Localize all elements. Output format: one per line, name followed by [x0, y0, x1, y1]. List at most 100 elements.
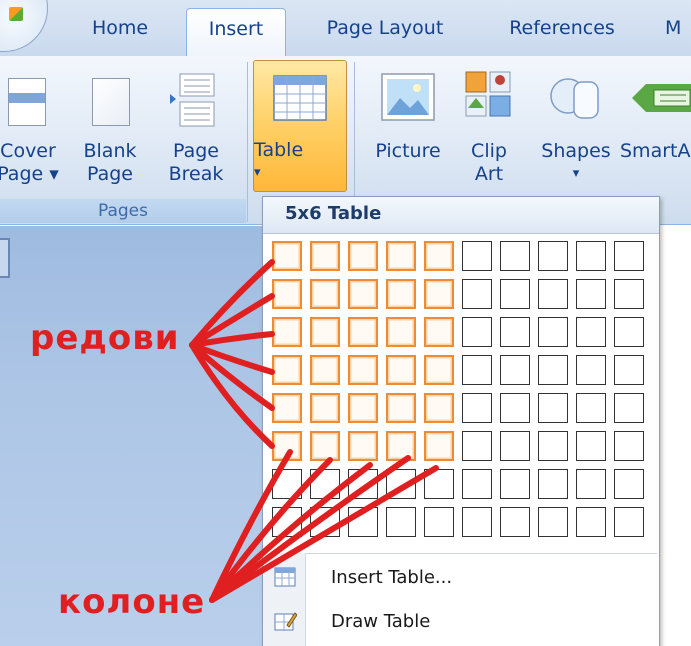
- table-grid-cell-selected[interactable]: [272, 393, 302, 423]
- table-grid-cell[interactable]: [462, 431, 492, 461]
- table-grid-cell-selected[interactable]: [386, 317, 416, 347]
- table-grid-cell[interactable]: [614, 241, 644, 271]
- table-grid-cell-selected[interactable]: [348, 241, 378, 271]
- table-grid-cell[interactable]: [500, 507, 530, 537]
- table-grid-cell-selected[interactable]: [272, 241, 302, 271]
- table-grid-cell-selected[interactable]: [386, 393, 416, 423]
- blank-page-button[interactable]: Blank Page: [74, 62, 146, 192]
- table-grid-cell-selected[interactable]: [348, 355, 378, 385]
- draw-table-menu-item[interactable]: Draw Table: [263, 603, 659, 643]
- table-grid-cell[interactable]: [538, 393, 568, 423]
- shapes-button[interactable]: Shapes ▾: [532, 62, 620, 192]
- table-grid-cell[interactable]: [348, 507, 378, 537]
- table-grid-cell-selected[interactable]: [386, 241, 416, 271]
- table-grid-cell[interactable]: [462, 469, 492, 499]
- table-grid-cell-selected[interactable]: [424, 241, 454, 271]
- table-grid[interactable]: [272, 241, 652, 545]
- table-grid-cell[interactable]: [614, 317, 644, 347]
- table-grid-cell[interactable]: [576, 393, 606, 423]
- table-grid-cell[interactable]: [538, 469, 568, 499]
- insert-table-menu-item[interactable]: Insert Table...: [263, 559, 659, 599]
- tab-mailings[interactable]: M: [665, 8, 691, 48]
- office-button[interactable]: [0, 0, 48, 52]
- table-grid-cell-selected[interactable]: [424, 279, 454, 309]
- table-grid-cell-selected[interactable]: [310, 241, 340, 271]
- smartart-label: SmartA: [620, 140, 691, 162]
- table-grid-cell[interactable]: [462, 393, 492, 423]
- table-grid-cell-selected[interactable]: [386, 279, 416, 309]
- table-grid-cell[interactable]: [272, 469, 302, 499]
- table-grid-cell[interactable]: [462, 507, 492, 537]
- table-grid-cell[interactable]: [500, 431, 530, 461]
- tab-insert[interactable]: Insert: [186, 8, 286, 58]
- table-grid-cell[interactable]: [614, 431, 644, 461]
- table-grid-cell-selected[interactable]: [272, 279, 302, 309]
- table-grid-cell-selected[interactable]: [348, 317, 378, 347]
- clip-art-button[interactable]: Clip Art: [456, 62, 522, 192]
- table-grid-cell[interactable]: [462, 355, 492, 385]
- table-grid-cell[interactable]: [538, 507, 568, 537]
- table-grid-cell[interactable]: [538, 355, 568, 385]
- table-grid-cell[interactable]: [500, 355, 530, 385]
- table-grid-cell[interactable]: [386, 469, 416, 499]
- table-grid-cell[interactable]: [614, 355, 644, 385]
- table-grid-cell-selected[interactable]: [424, 317, 454, 347]
- table-grid-cell[interactable]: [576, 431, 606, 461]
- tab-page-layout[interactable]: Page Layout: [310, 8, 460, 48]
- tab-home[interactable]: Home: [80, 8, 160, 48]
- table-button[interactable]: Table ▾: [253, 60, 347, 192]
- picture-label: Picture: [375, 140, 441, 162]
- table-grid-cell-selected[interactable]: [386, 431, 416, 461]
- table-grid-cell[interactable]: [538, 317, 568, 347]
- table-grid-cell[interactable]: [576, 507, 606, 537]
- table-grid-cell[interactable]: [462, 279, 492, 309]
- table-grid-cell[interactable]: [500, 393, 530, 423]
- table-grid-cell[interactable]: [576, 279, 606, 309]
- table-grid-cell-selected[interactable]: [348, 279, 378, 309]
- table-grid-cell-selected[interactable]: [386, 355, 416, 385]
- table-dropdown-arrow-icon: ▾: [254, 165, 261, 180]
- table-grid-cell[interactable]: [538, 279, 568, 309]
- table-grid-cell[interactable]: [462, 317, 492, 347]
- table-grid-cell[interactable]: [500, 469, 530, 499]
- table-grid-cell-selected[interactable]: [310, 279, 340, 309]
- table-grid-cell-selected[interactable]: [272, 317, 302, 347]
- table-grid-cell[interactable]: [500, 279, 530, 309]
- table-grid-cell-selected[interactable]: [424, 393, 454, 423]
- table-grid-cell[interactable]: [386, 507, 416, 537]
- table-grid-cell[interactable]: [310, 469, 340, 499]
- page-break-button[interactable]: Page Break: [156, 62, 236, 192]
- table-grid-cell[interactable]: [538, 241, 568, 271]
- table-grid-cell[interactable]: [424, 507, 454, 537]
- table-grid-cell-selected[interactable]: [310, 317, 340, 347]
- table-grid-cell[interactable]: [424, 469, 454, 499]
- table-grid-cell[interactable]: [272, 507, 302, 537]
- table-grid-cell[interactable]: [310, 507, 340, 537]
- table-grid-cell[interactable]: [576, 469, 606, 499]
- table-grid-cell[interactable]: [614, 469, 644, 499]
- table-grid-cell[interactable]: [614, 393, 644, 423]
- smartart-button[interactable]: SmartA: [620, 62, 691, 192]
- table-grid-cell[interactable]: [500, 317, 530, 347]
- table-grid-cell[interactable]: [348, 469, 378, 499]
- table-grid-cell[interactable]: [462, 241, 492, 271]
- table-grid-cell[interactable]: [538, 431, 568, 461]
- table-grid-cell-selected[interactable]: [310, 355, 340, 385]
- cover-page-button[interactable]: Cover Page ▾: [0, 62, 66, 192]
- table-grid-cell-selected[interactable]: [424, 355, 454, 385]
- table-grid-cell[interactable]: [576, 355, 606, 385]
- table-grid-cell-selected[interactable]: [348, 393, 378, 423]
- tab-references[interactable]: References: [494, 8, 630, 48]
- picture-button[interactable]: Picture: [364, 62, 452, 192]
- table-grid-cell[interactable]: [500, 241, 530, 271]
- table-grid-cell[interactable]: [614, 279, 644, 309]
- table-grid-cell-selected[interactable]: [272, 355, 302, 385]
- table-grid-cell[interactable]: [576, 317, 606, 347]
- table-grid-cell-selected[interactable]: [310, 431, 340, 461]
- table-grid-cell-selected[interactable]: [310, 393, 340, 423]
- table-grid-cell[interactable]: [576, 241, 606, 271]
- table-grid-cell[interactable]: [614, 507, 644, 537]
- table-grid-cell-selected[interactable]: [272, 431, 302, 461]
- table-grid-cell-selected[interactable]: [424, 431, 454, 461]
- table-grid-cell-selected[interactable]: [348, 431, 378, 461]
